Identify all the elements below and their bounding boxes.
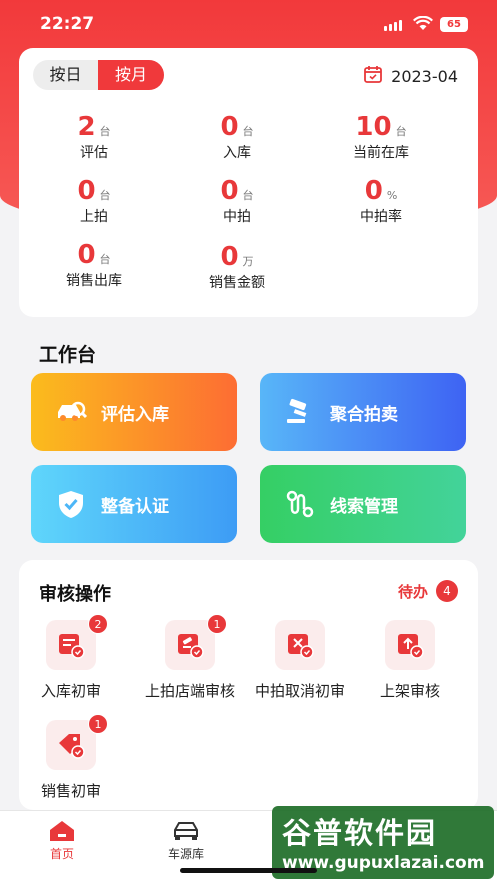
stat-unit: 台 [395,125,407,138]
stat-value: 2 [77,112,96,142]
audit-item-shelf-review[interactable]: 上架审核 [355,620,465,701]
shield-check-icon [49,489,93,519]
gavel-icon [278,398,322,426]
date-value: 2023-04 [391,66,458,86]
audit-item-label: 上拍店端审核 [144,682,235,700]
stat-stock-in: 0台 入库 [162,112,312,162]
tab-car-inventory[interactable]: 车源库 [141,817,231,862]
watermark-title: 谷普软件园 [282,816,438,850]
stat-unit: 台 [99,189,111,202]
stat-label: 上拍 [80,209,108,225]
stat-sales-amount: 0万 销售金额 [162,242,312,292]
date-picker[interactable]: 2023-04 [363,64,458,88]
todo-label: 待办 [397,582,428,601]
car-icon [174,822,198,840]
tab-label: 首页 [49,847,74,861]
audit-item-label: 销售初审 [40,782,101,800]
stat-value: 0 [220,242,239,272]
stat-value: 0 [364,176,383,206]
audit-item-listing-store-review[interactable]: 1 上拍店端审核 [135,614,245,701]
stat-unit: 台 [242,189,254,202]
stat-win-rate: 0% 中拍率 [306,176,456,226]
stat-unit: 万 [242,255,254,268]
calendar-icon [363,64,383,88]
todo-link[interactable]: 待办 4 [398,580,458,602]
document-review-icon [59,634,85,659]
item-badge: 1 [207,614,227,634]
battery-icon: 65 [440,17,468,32]
status-time: 22:27 [40,14,95,34]
cellular-signal-icon [384,20,402,31]
audit-card: 审核操作 待办 4 2 入库初审 1 上拍店端审核 中拍取消初审 上架审核 1 [19,560,478,810]
stat-value: 0 [77,240,96,270]
stat-unit: % [386,189,398,202]
audit-title: 审核操作 [39,584,111,605]
upload-review-icon [398,634,424,659]
audit-item-label: 中拍取消初审 [254,682,345,700]
home-indicator [180,868,317,873]
stats-card: 按日 按月 2023-04 2台 评估 0台 入库 10 台 当前在库 0台 上拍… [19,48,478,317]
toggle-by-day[interactable]: 按日 [33,60,98,90]
status-bar: 22:27 65 [0,0,497,48]
audit-item-label: 上架审核 [379,682,440,700]
stat-value: 10 [355,112,392,142]
audit-item-stock-in-review[interactable]: 2 入库初审 [16,614,126,701]
tile-label: 线索管理 [330,496,398,517]
cancel-document-icon [288,634,314,659]
tile-aggregate-auction[interactable]: 聚合拍卖 [260,373,466,451]
tile-prep-certify[interactable]: 整备认证 [31,465,237,543]
stat-label: 销售金额 [209,275,265,291]
stat-label: 当前在库 [353,145,409,161]
stat-label: 入库 [223,145,251,161]
audit-item-cancel-win-review[interactable]: 中拍取消初审 [245,620,355,701]
audit-item-sales-review[interactable]: 1 销售初审 [16,714,126,801]
tile-evaluate-stock-in[interactable]: 评估入库 [31,373,237,451]
stat-unit: 台 [99,253,111,266]
tab-home[interactable]: 首页 [17,817,107,862]
stat-auction-won: 0台 中拍 [162,176,312,226]
stat-label: 评估 [80,145,108,161]
stat-label: 销售出库 [66,273,122,289]
stat-label: 中拍 [223,209,251,225]
item-badge: 1 [88,714,108,734]
wifi-icon [413,15,433,35]
tile-label: 评估入库 [101,404,169,425]
stat-sales-out: 0台 销售出库 [19,240,169,290]
tile-label: 整备认证 [101,496,169,517]
toggle-by-month[interactable]: 按月 [98,60,164,90]
car-search-icon [49,398,93,426]
stat-value: 0 [220,112,239,142]
tile-lead-management[interactable]: 线索管理 [260,465,466,543]
tile-label: 聚合拍卖 [330,404,398,425]
stat-value: 0 [220,176,239,206]
stat-in-stock: 10 台 当前在库 [306,112,456,162]
home-icon [50,821,74,841]
stat-auction-listed: 0台 上拍 [19,176,169,226]
stat-value: 0 [77,176,96,206]
route-icon [278,489,322,519]
stat-label: 中拍率 [360,209,402,225]
workbench-title: 工作台 [39,344,97,366]
stat-evaluate: 2台 评估 [19,112,169,162]
gavel-review-icon [178,634,204,659]
stat-unit: 台 [99,125,111,138]
period-toggle: 按日 按月 [33,60,164,90]
stat-unit: 台 [242,125,254,138]
audit-item-label: 入库初审 [40,682,101,700]
item-badge: 2 [88,614,108,634]
todo-count-badge: 4 [436,580,458,602]
price-tag-review-icon [59,734,85,759]
tab-label: 车源库 [167,847,204,861]
